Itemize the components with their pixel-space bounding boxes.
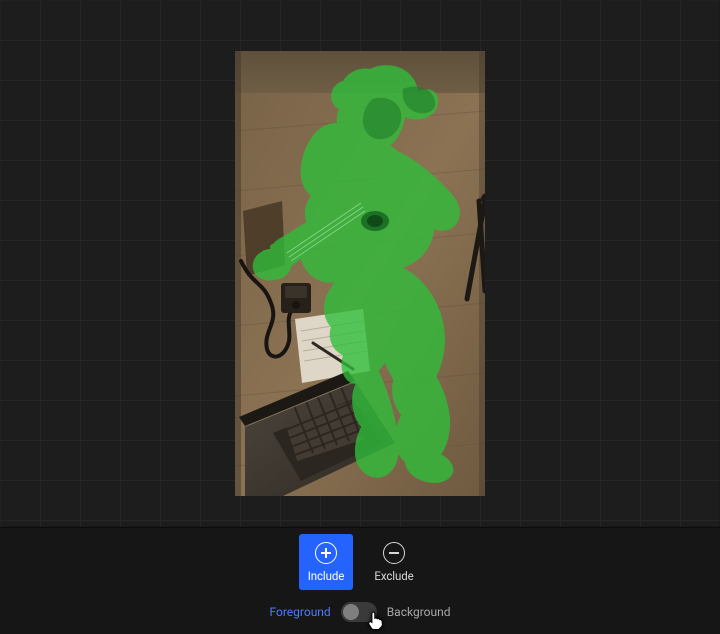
exclude-label: Exclude — [374, 569, 413, 583]
include-button[interactable]: Include — [299, 534, 353, 590]
exclude-button[interactable]: Exclude — [367, 534, 421, 590]
plus-circle-icon — [315, 542, 337, 564]
canvas-area[interactable] — [0, 0, 720, 528]
toggle-knob — [343, 604, 359, 620]
minus-circle-icon — [383, 542, 405, 564]
effects-pedal — [281, 283, 311, 313]
toolbar: Include Exclude Foreground Background — [0, 528, 720, 634]
include-label: Include — [308, 569, 345, 583]
background-label: Background — [387, 605, 451, 619]
layer-toggle-row: Foreground Background — [0, 602, 720, 622]
layer-toggle[interactable] — [341, 602, 377, 622]
foreground-label: Foreground — [269, 605, 330, 619]
mode-row: Include Exclude — [0, 528, 720, 590]
image-frame[interactable] — [235, 51, 485, 496]
